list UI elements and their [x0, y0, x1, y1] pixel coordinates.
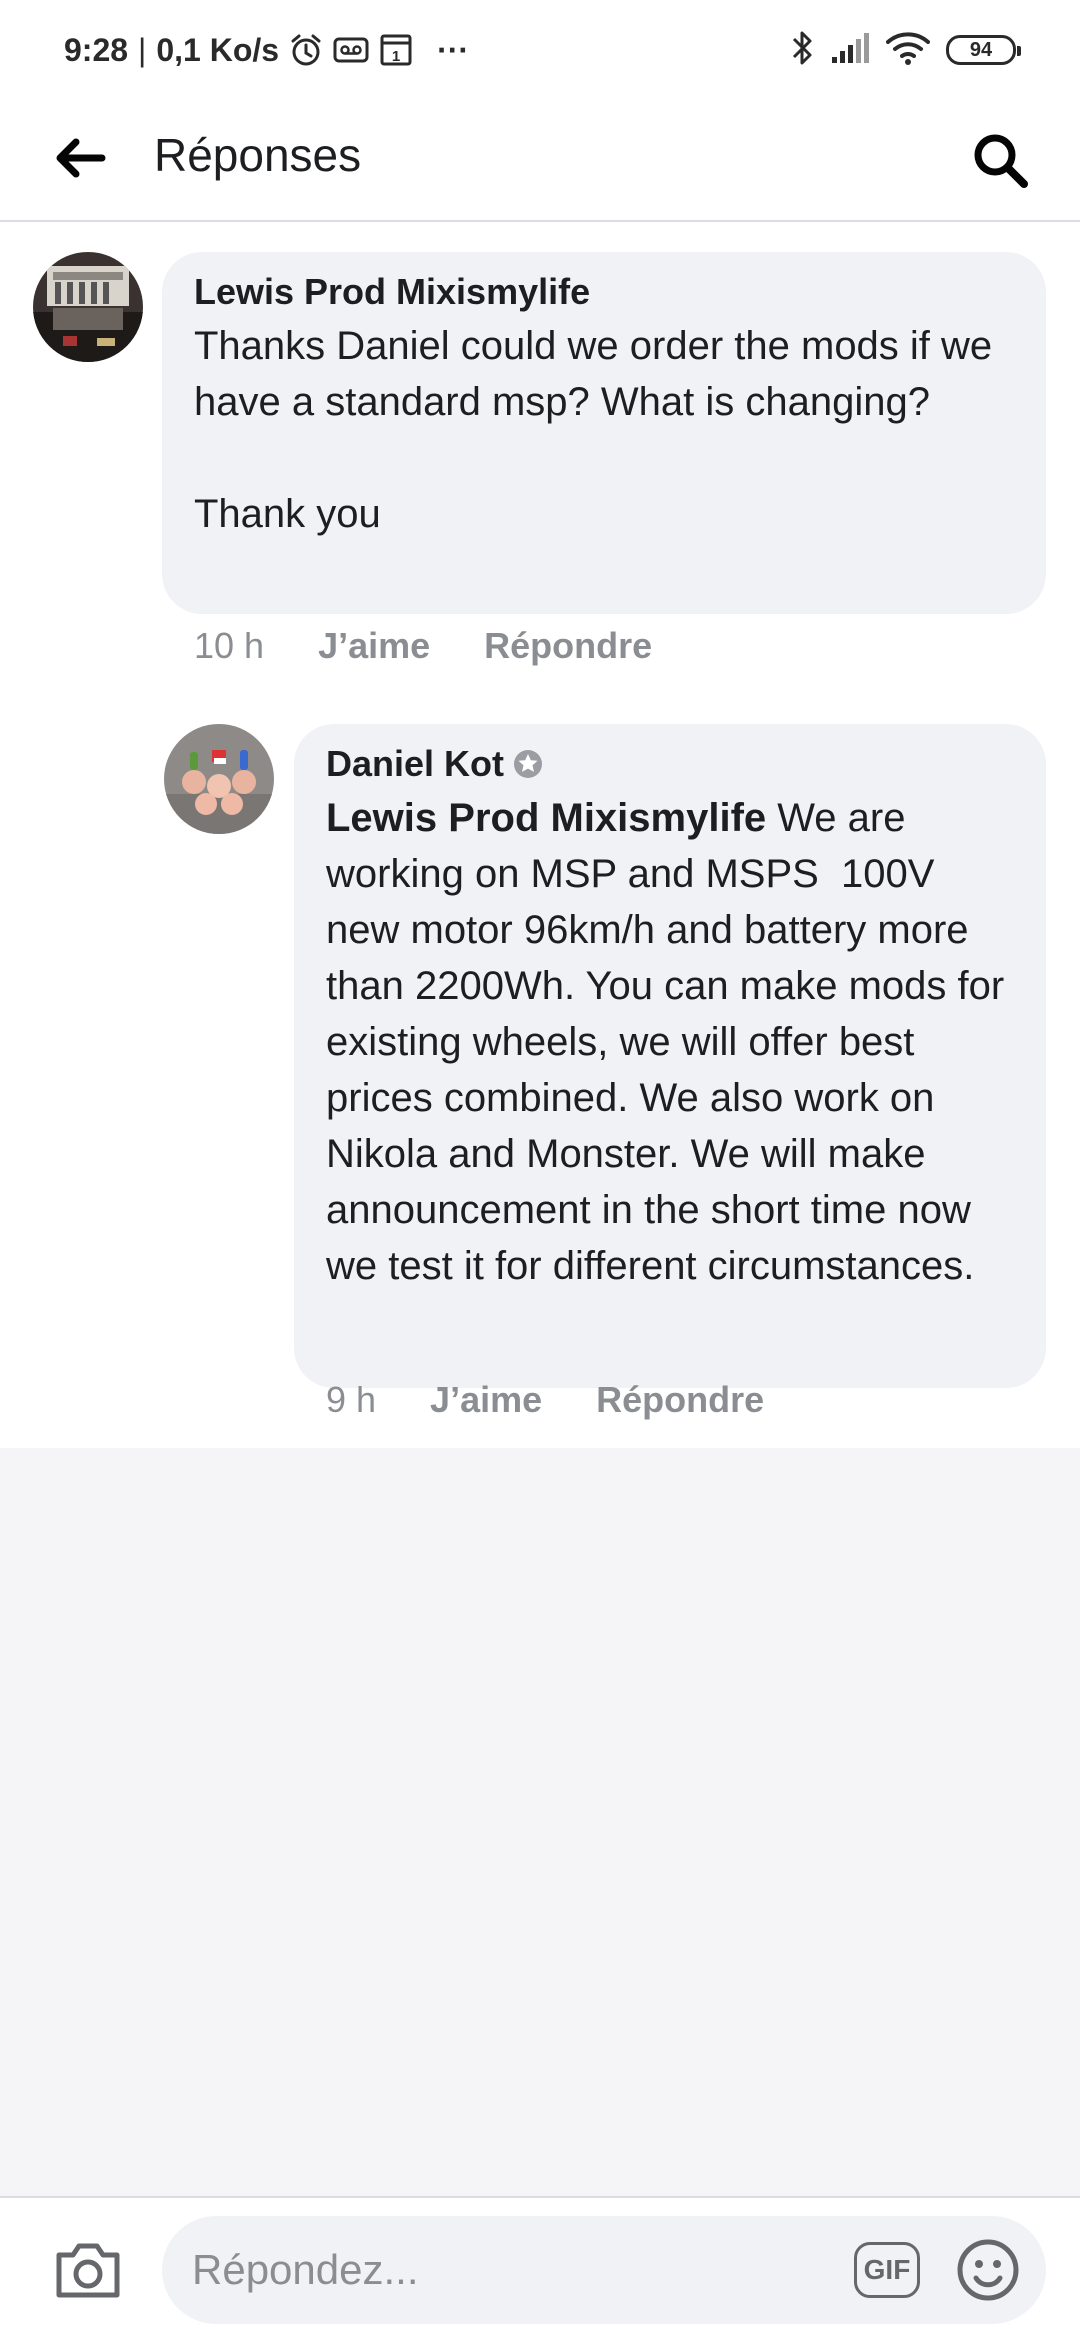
wifi-icon — [886, 31, 930, 70]
status-bar-right: 94 — [790, 28, 1021, 72]
comment-text-block: Lewis Prod Mixismylife We are working on… — [326, 790, 1016, 1294]
reply-composer: GIF — [0, 2196, 1080, 2340]
reply-button[interactable]: Répondre — [596, 1379, 764, 1421]
search-icon — [974, 134, 1028, 188]
more-notifications: ··· — [437, 31, 470, 68]
comment-text: Thanks Daniel could we order the mods if… — [194, 324, 993, 536]
signal-icon — [830, 31, 870, 70]
network-speed: 0,1 Ko/s — [156, 31, 280, 68]
reply-input[interactable] — [192, 2216, 792, 2324]
like-button[interactable]: J’aime — [318, 625, 430, 667]
battery-level: 94 — [969, 38, 993, 61]
comment-time[interactable]: 9 h — [326, 1379, 376, 1421]
avatar[interactable] — [33, 252, 143, 362]
comment-text: We are working on MSP and MSPS 100V new … — [326, 796, 1016, 1288]
arrow-left-icon — [56, 138, 106, 178]
top-fan-badge-icon — [514, 750, 543, 778]
reply-button[interactable]: Répondre — [484, 625, 652, 667]
bluetooth-icon — [790, 29, 814, 72]
camera-button[interactable] — [52, 2234, 124, 2306]
emoji-icon — [957, 2239, 1019, 2301]
replies-thread: Lewis Prod Mixismylife Thanks Daniel cou… — [0, 222, 1080, 1448]
comment-author[interactable]: Daniel Kot — [326, 738, 504, 790]
gif-button[interactable]: GIF — [854, 2242, 920, 2298]
calendar-icon: 1 — [379, 33, 413, 67]
comment-bubble[interactable]: Lewis Prod Mixismylife Thanks Daniel cou… — [162, 252, 1046, 614]
battery-icon: 94 — [946, 35, 1021, 65]
status-bar-left: 9:28 | 0,1 Ko/s 1 ··· — [64, 28, 469, 72]
status-separator: | — [138, 31, 147, 68]
camera-icon — [56, 2243, 120, 2298]
comment-author[interactable]: Lewis Prod Mixismylife — [194, 266, 1012, 318]
page-title: Réponses — [154, 129, 362, 181]
back-button[interactable] — [44, 122, 116, 194]
mention-link[interactable]: Lewis Prod Mixismylife — [326, 796, 766, 840]
emoji-button[interactable] — [956, 2238, 1020, 2302]
comment-actions: 10 h J’aime Répondre — [194, 618, 652, 674]
app-bar: Réponses — [0, 100, 1080, 222]
svg-text:1: 1 — [392, 48, 400, 65]
search-button[interactable] — [960, 120, 1040, 200]
reply-field: GIF — [162, 2216, 1046, 2324]
voicemail-icon — [333, 35, 369, 65]
comment-bubble[interactable]: Daniel Kot Lewis Prod Mixismylife We are… — [294, 724, 1046, 1388]
alarm-icon — [289, 33, 323, 67]
comment-author-row: Daniel Kot — [326, 738, 1016, 790]
avatar[interactable] — [164, 724, 274, 834]
comment-actions: 9 h J’aime Répondre — [326, 1372, 764, 1428]
status-bar: 9:28 | 0,1 Ko/s 1 ··· 94 — [0, 0, 1080, 100]
comment-time[interactable]: 10 h — [194, 625, 264, 667]
status-time: 9:28 — [64, 31, 129, 68]
like-button[interactable]: J’aime — [430, 1379, 542, 1421]
